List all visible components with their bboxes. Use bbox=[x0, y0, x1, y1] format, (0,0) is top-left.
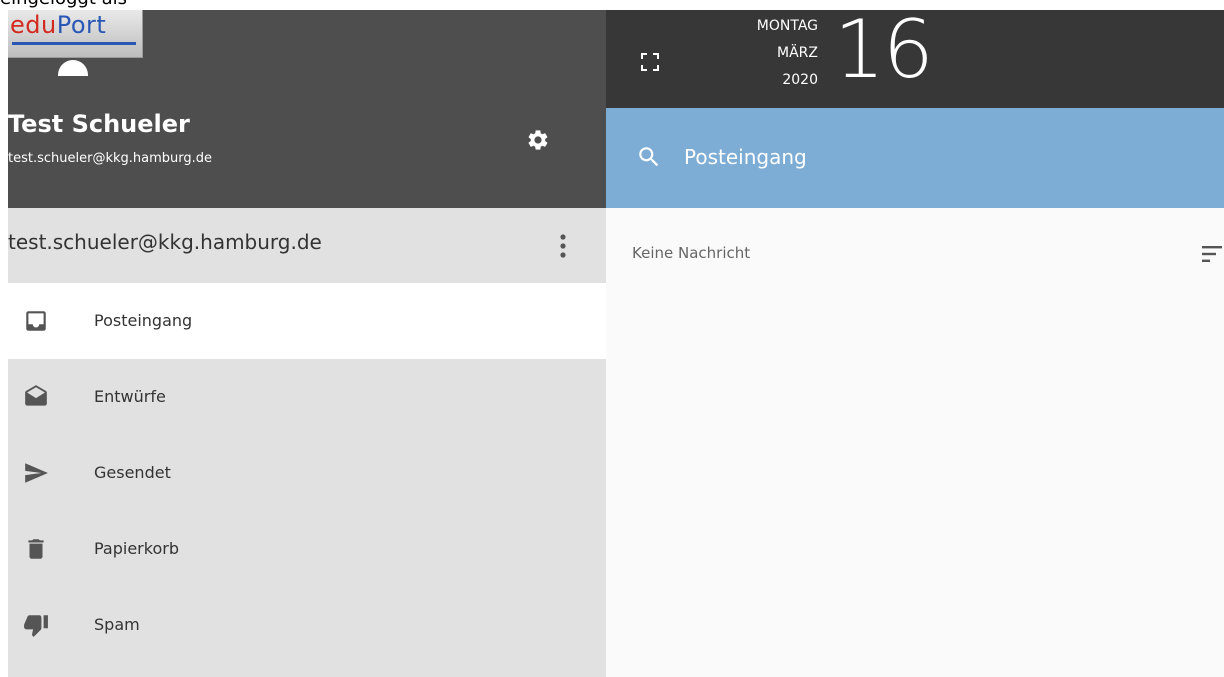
drafts-icon bbox=[22, 383, 50, 411]
date-year: 2020 bbox=[782, 72, 818, 88]
date-day: 16 bbox=[834, 3, 934, 96]
folder-spam[interactable]: Spam bbox=[8, 587, 606, 663]
date-month: MÄRZ bbox=[777, 45, 818, 61]
thumbs-down-icon bbox=[22, 611, 50, 639]
folder-trash[interactable]: Papierkorb bbox=[8, 511, 606, 587]
more-vertical-icon bbox=[560, 234, 566, 258]
folder-label: Posteingang bbox=[94, 311, 193, 330]
top-strip-text: eingeloggt als bbox=[0, 0, 127, 9]
date-bar: MONTAG MÄRZ 2020 16 bbox=[606, 3, 1224, 108]
profile-header: eduPort Test Schueler test.schueler@kkg.… bbox=[8, 10, 606, 208]
user-email: test.schueler@kkg.hamburg.de bbox=[8, 151, 213, 166]
logo-text: eduPort bbox=[10, 11, 106, 39]
trash-icon bbox=[22, 535, 50, 563]
message-list: Keine Nachricht bbox=[606, 208, 1224, 677]
gear-icon bbox=[528, 130, 548, 150]
folder-label: Spam bbox=[94, 615, 140, 634]
user-name: Test Schueler bbox=[8, 110, 190, 138]
fullscreen-button[interactable] bbox=[634, 46, 666, 78]
logo-port: Port bbox=[56, 11, 107, 39]
account-row[interactable]: test.schueler@kkg.hamburg.de bbox=[8, 208, 606, 283]
date-weekday: MONTAG bbox=[756, 18, 818, 34]
account-menu-button[interactable] bbox=[546, 226, 580, 266]
inbox-icon bbox=[22, 307, 50, 335]
search-bar[interactable]: Posteingang bbox=[606, 108, 1224, 208]
folder-drafts[interactable]: Entwürfe bbox=[8, 359, 606, 435]
empty-message-text: Keine Nachricht bbox=[632, 244, 751, 262]
sidebar: eduPort Test Schueler test.schueler@kkg.… bbox=[8, 10, 606, 677]
folder-inbox[interactable]: Posteingang bbox=[8, 283, 606, 359]
folder-label: Entwürfe bbox=[94, 387, 166, 406]
eduport-logo[interactable]: eduPort bbox=[8, 10, 143, 58]
settings-button[interactable] bbox=[520, 122, 556, 158]
search-label: Posteingang bbox=[684, 145, 807, 169]
search-icon bbox=[639, 147, 659, 167]
folder-label: Papierkorb bbox=[94, 539, 179, 558]
folder-label: Gesendet bbox=[94, 463, 171, 482]
folder-sent[interactable]: Gesendet bbox=[8, 435, 606, 511]
top-strip: eingeloggt als bbox=[0, 0, 1224, 10]
fullscreen-icon bbox=[641, 53, 659, 71]
sort-icon bbox=[1202, 246, 1222, 262]
sort-button[interactable] bbox=[1202, 244, 1224, 264]
account-label: test.schueler@kkg.hamburg.de bbox=[8, 230, 322, 254]
logo-edu: edu bbox=[10, 11, 57, 39]
send-icon bbox=[22, 459, 50, 487]
avatar bbox=[58, 60, 88, 76]
logo-underline bbox=[12, 42, 136, 45]
